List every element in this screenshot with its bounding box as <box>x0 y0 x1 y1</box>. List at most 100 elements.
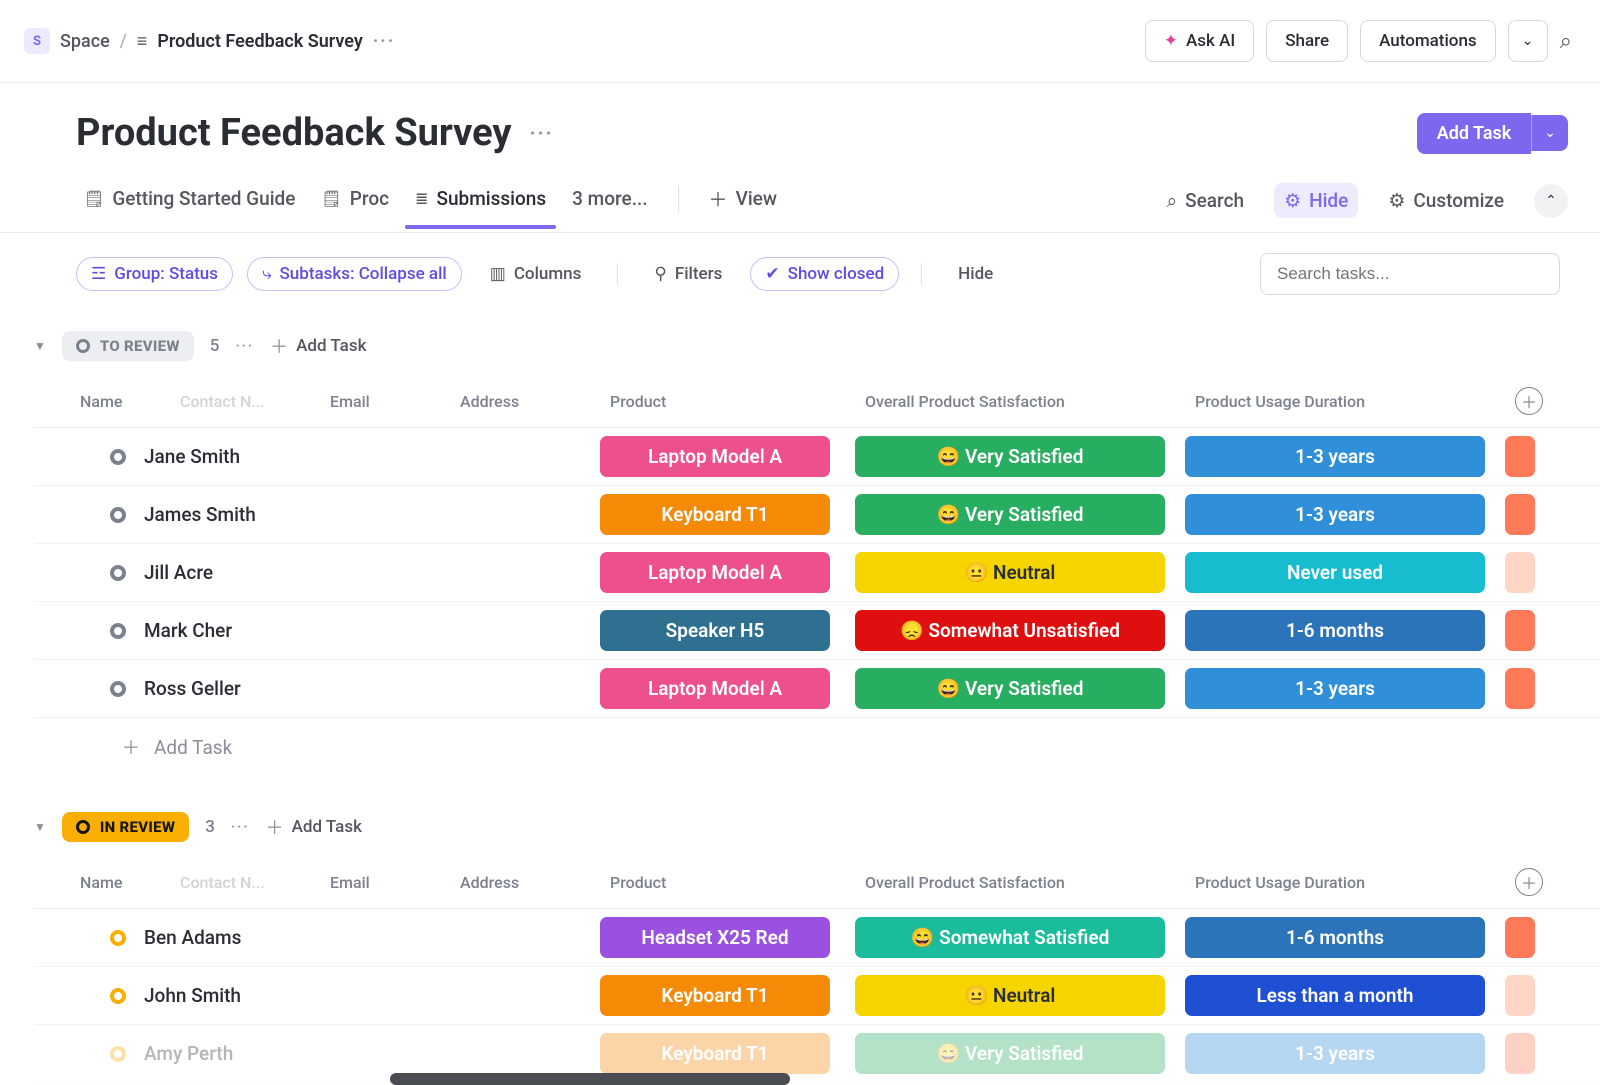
duration-pill[interactable]: 1-3 years <box>1185 494 1485 535</box>
overflow-pill[interactable] <box>1505 436 1535 477</box>
show-closed-chip[interactable]: ✔Show closed <box>750 257 899 291</box>
satisfaction-pill[interactable]: 😐 Neutral <box>855 552 1165 593</box>
task-name[interactable]: Jane Smith <box>144 445 240 468</box>
col-email[interactable]: Email <box>330 873 460 892</box>
task-name[interactable]: Amy Perth <box>144 1042 233 1065</box>
status-pill[interactable]: IN REVIEW <box>62 812 189 842</box>
add-column-button[interactable]: ＋ <box>1515 868 1543 896</box>
automations-button[interactable]: Automations <box>1360 20 1496 62</box>
col-satisfaction[interactable]: Overall Product Satisfaction <box>865 392 1195 411</box>
product-pill[interactable]: Laptop Model A <box>600 436 830 477</box>
task-name[interactable]: Ross Geller <box>144 677 241 700</box>
share-button[interactable]: Share <box>1266 20 1348 62</box>
satisfaction-pill[interactable]: 😄 Very Satisfied <box>855 494 1165 535</box>
col-duration[interactable]: Product Usage Duration <box>1195 873 1515 892</box>
breadcrumb-more-icon[interactable]: ··· <box>373 31 395 52</box>
tab-proc[interactable]: 🗒Proc <box>321 187 389 228</box>
group-add-task[interactable]: ＋Add Task <box>266 814 362 840</box>
hide-chip[interactable]: Hide <box>944 258 1007 290</box>
status-dot-icon[interactable] <box>110 449 126 465</box>
duration-pill[interactable]: 1-3 years <box>1185 1033 1485 1074</box>
col-address[interactable]: Address <box>460 873 610 892</box>
space-badge[interactable]: S <box>24 28 50 54</box>
add-view-button[interactable]: ＋View <box>709 185 777 230</box>
collapse-icon[interactable]: ▼ <box>34 339 46 353</box>
group-chip[interactable]: ☲Group: Status <box>76 257 233 291</box>
col-satisfaction[interactable]: Overall Product Satisfaction <box>865 873 1195 892</box>
group-more-icon[interactable]: ··· <box>235 338 254 354</box>
duration-pill[interactable]: Never used <box>1185 552 1485 593</box>
row-add-task[interactable]: ＋Add Task <box>34 718 1600 776</box>
table-row[interactable]: John Smith Keyboard T1 😐 Neutral Less th… <box>34 967 1600 1025</box>
col-name[interactable]: Name <box>80 392 180 411</box>
columns-chip[interactable]: ▥Columns <box>476 258 596 290</box>
tab-submissions[interactable]: ≣Submissions <box>415 187 546 228</box>
overflow-pill[interactable] <box>1505 1033 1535 1074</box>
product-pill[interactable]: Laptop Model A <box>600 552 830 593</box>
ask-ai-button[interactable]: ✦ Ask AI <box>1145 20 1254 62</box>
group-add-task[interactable]: ＋Add Task <box>270 333 366 359</box>
satisfaction-pill[interactable]: 😞 Somewhat Unsatisfied <box>855 610 1165 651</box>
subtasks-chip[interactable]: ⤷Subtasks: Collapse all <box>247 257 462 291</box>
table-row[interactable]: Jill Acre Laptop Model A 😐 Neutral Never… <box>34 544 1600 602</box>
tab-getting-started[interactable]: 🗒Getting Started Guide <box>84 187 295 228</box>
overflow-pill[interactable] <box>1505 668 1535 709</box>
col-product[interactable]: Product <box>610 873 865 892</box>
overflow-pill[interactable] <box>1505 975 1535 1016</box>
table-row[interactable]: Ben Adams Headset X25 Red 😄 Somewhat Sat… <box>34 909 1600 967</box>
col-contact[interactable]: Contact N... <box>180 873 330 892</box>
page-more-icon[interactable]: ··· <box>530 121 554 145</box>
status-dot-icon[interactable] <box>110 930 126 946</box>
satisfaction-pill[interactable]: 😄 Very Satisfied <box>855 1033 1165 1074</box>
overflow-pill[interactable] <box>1505 494 1535 535</box>
collapse-icon[interactable]: ▼ <box>34 820 46 834</box>
space-label[interactable]: Space <box>60 31 110 52</box>
task-name[interactable]: Jill Acre <box>144 561 213 584</box>
filters-chip[interactable]: ⚲Filters <box>640 258 736 290</box>
duration-pill[interactable]: Less than a month <box>1185 975 1485 1016</box>
task-name[interactable]: John Smith <box>144 984 241 1007</box>
tab-more[interactable]: 3 more... <box>572 187 647 228</box>
product-pill[interactable]: Keyboard T1 <box>600 1033 830 1074</box>
duration-pill[interactable]: 1-6 months <box>1185 610 1485 651</box>
task-name[interactable]: Mark Cher <box>144 619 232 642</box>
breadcrumb-page[interactable]: Product Feedback Survey <box>157 31 363 52</box>
status-dot-icon[interactable] <box>110 623 126 639</box>
col-address[interactable]: Address <box>460 392 610 411</box>
product-pill[interactable]: Headset X25 Red <box>600 917 830 958</box>
duration-pill[interactable]: 1-3 years <box>1185 668 1485 709</box>
add-task-dropdown[interactable]: ⌄ <box>1531 115 1568 151</box>
search-button[interactable]: ⌕Search <box>1156 183 1254 218</box>
hide-button[interactable]: ⚙Hide <box>1274 183 1358 218</box>
overflow-pill[interactable] <box>1505 917 1535 958</box>
col-product[interactable]: Product <box>610 392 865 411</box>
col-duration[interactable]: Product Usage Duration <box>1195 392 1515 411</box>
table-row[interactable]: Jane Smith Laptop Model A 😄 Very Satisfi… <box>34 428 1600 486</box>
horizontal-scrollbar[interactable] <box>0 1073 1600 1083</box>
collapse-button[interactable]: ⌃ <box>1534 184 1568 218</box>
status-dot-icon[interactable] <box>110 988 126 1004</box>
table-row[interactable]: Mark Cher Speaker H5 😞 Somewhat Unsatisf… <box>34 602 1600 660</box>
satisfaction-pill[interactable]: 😄 Very Satisfied <box>855 436 1165 477</box>
task-name[interactable]: Ben Adams <box>144 926 241 949</box>
col-email[interactable]: Email <box>330 392 460 411</box>
product-pill[interactable]: Laptop Model A <box>600 668 830 709</box>
overflow-pill[interactable] <box>1505 610 1535 651</box>
product-pill[interactable]: Keyboard T1 <box>600 975 830 1016</box>
automations-dropdown[interactable]: ⌄ <box>1508 20 1548 62</box>
task-name[interactable]: James Smith <box>144 503 256 526</box>
table-row[interactable]: James Smith Keyboard T1 😄 Very Satisfied… <box>34 486 1600 544</box>
global-search-icon[interactable]: ⌕ <box>1560 29 1572 54</box>
duration-pill[interactable]: 1-6 months <box>1185 917 1485 958</box>
add-task-button[interactable]: Add Task ⌄ <box>1417 113 1568 154</box>
satisfaction-pill[interactable]: 😄 Somewhat Satisfied <box>855 917 1165 958</box>
col-name[interactable]: Name <box>80 873 180 892</box>
satisfaction-pill[interactable]: 😐 Neutral <box>855 975 1165 1016</box>
col-contact[interactable]: Contact N... <box>180 392 330 411</box>
product-pill[interactable]: Keyboard T1 <box>600 494 830 535</box>
overflow-pill[interactable] <box>1505 552 1535 593</box>
satisfaction-pill[interactable]: 😄 Very Satisfied <box>855 668 1165 709</box>
status-dot-icon[interactable] <box>110 565 126 581</box>
customize-button[interactable]: ⚙Customize <box>1378 183 1514 218</box>
product-pill[interactable]: Speaker H5 <box>600 610 830 651</box>
